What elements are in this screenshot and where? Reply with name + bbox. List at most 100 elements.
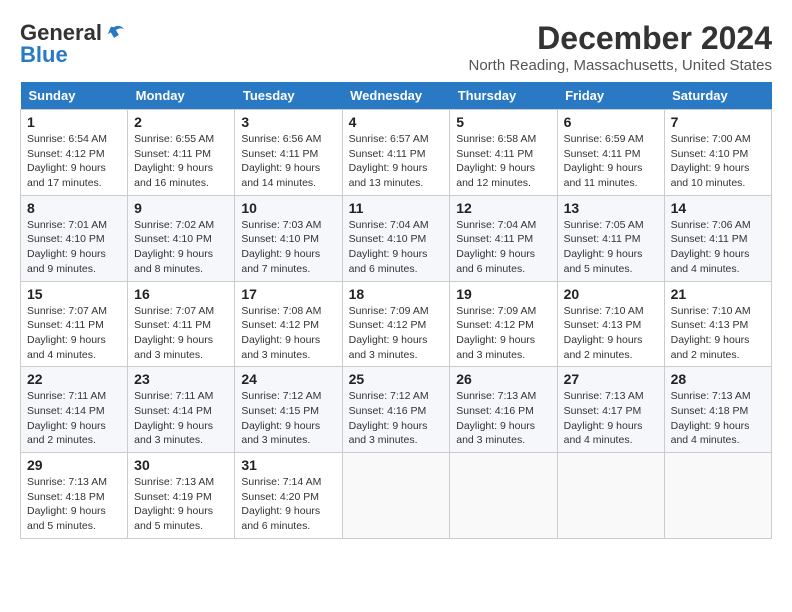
day-info: Sunrise: 7:07 AM Sunset: 4:11 PM Dayligh… [27, 304, 121, 363]
day-number: 23 [134, 371, 228, 387]
day-info: Sunrise: 7:14 AM Sunset: 4:20 PM Dayligh… [241, 475, 335, 534]
day-number: 21 [671, 286, 765, 302]
calendar-cell [664, 453, 771, 539]
calendar-cell: 26 Sunrise: 7:13 AM Sunset: 4:16 PM Dayli… [450, 367, 557, 453]
day-number: 8 [27, 200, 121, 216]
day-info: Sunrise: 6:59 AM Sunset: 4:11 PM Dayligh… [564, 132, 658, 191]
month-title: December 2024 [469, 20, 773, 57]
weekday-header-tuesday: Tuesday [235, 82, 342, 110]
calendar-cell [450, 453, 557, 539]
weekday-header-saturday: Saturday [664, 82, 771, 110]
day-info: Sunrise: 7:10 AM Sunset: 4:13 PM Dayligh… [671, 304, 765, 363]
calendar-cell: 27 Sunrise: 7:13 AM Sunset: 4:17 PM Dayli… [557, 367, 664, 453]
day-number: 9 [134, 200, 228, 216]
day-number: 4 [349, 114, 444, 130]
calendar-cell: 16 Sunrise: 7:07 AM Sunset: 4:11 PM Dayli… [128, 281, 235, 367]
weekday-header-wednesday: Wednesday [342, 82, 450, 110]
day-number: 12 [456, 200, 550, 216]
day-number: 10 [241, 200, 335, 216]
calendar-cell: 24 Sunrise: 7:12 AM Sunset: 4:15 PM Dayli… [235, 367, 342, 453]
calendar-cell: 8 Sunrise: 7:01 AM Sunset: 4:10 PM Daylig… [21, 195, 128, 281]
day-number: 5 [456, 114, 550, 130]
calendar-cell: 19 Sunrise: 7:09 AM Sunset: 4:12 PM Dayli… [450, 281, 557, 367]
day-info: Sunrise: 7:00 AM Sunset: 4:10 PM Dayligh… [671, 132, 765, 191]
day-number: 16 [134, 286, 228, 302]
day-info: Sunrise: 7:13 AM Sunset: 4:17 PM Dayligh… [564, 389, 658, 448]
calendar-cell: 11 Sunrise: 7:04 AM Sunset: 4:10 PM Dayli… [342, 195, 450, 281]
calendar-cell: 13 Sunrise: 7:05 AM Sunset: 4:11 PM Dayli… [557, 195, 664, 281]
day-info: Sunrise: 7:13 AM Sunset: 4:16 PM Dayligh… [456, 389, 550, 448]
day-number: 2 [134, 114, 228, 130]
day-number: 15 [27, 286, 121, 302]
calendar-cell: 20 Sunrise: 7:10 AM Sunset: 4:13 PM Dayli… [557, 281, 664, 367]
calendar-cell: 4 Sunrise: 6:57 AM Sunset: 4:11 PM Daylig… [342, 110, 450, 196]
calendar-week-row: 8 Sunrise: 7:01 AM Sunset: 4:10 PM Daylig… [21, 195, 772, 281]
day-number: 19 [456, 286, 550, 302]
calendar-cell: 25Sunrise: 7:12 AM Sunset: 4:16 PM Dayli… [342, 367, 450, 453]
calendar-cell: 29 Sunrise: 7:13 AM Sunset: 4:18 PM Dayli… [21, 453, 128, 539]
calendar-cell: 14 Sunrise: 7:06 AM Sunset: 4:11 PM Dayli… [664, 195, 771, 281]
day-number: 30 [134, 457, 228, 473]
day-info: Sunrise: 7:01 AM Sunset: 4:10 PM Dayligh… [27, 218, 121, 277]
day-info: Sunrise: 7:12 AM Sunset: 4:15 PM Dayligh… [241, 389, 335, 448]
day-info: Sunrise: 7:13 AM Sunset: 4:18 PM Dayligh… [671, 389, 765, 448]
calendar-cell: 31Sunrise: 7:14 AM Sunset: 4:20 PM Dayli… [235, 453, 342, 539]
calendar-cell: 2 Sunrise: 6:55 AM Sunset: 4:11 PM Daylig… [128, 110, 235, 196]
logo-bird-icon [104, 22, 126, 44]
calendar-cell: 12 Sunrise: 7:04 AM Sunset: 4:11 PM Dayli… [450, 195, 557, 281]
day-info: Sunrise: 7:10 AM Sunset: 4:13 PM Dayligh… [564, 304, 658, 363]
day-info: Sunrise: 7:13 AM Sunset: 4:18 PM Dayligh… [27, 475, 121, 534]
day-number: 26 [456, 371, 550, 387]
day-number: 17 [241, 286, 335, 302]
day-info: Sunrise: 7:05 AM Sunset: 4:11 PM Dayligh… [564, 218, 658, 277]
calendar-week-row: 15 Sunrise: 7:07 AM Sunset: 4:11 PM Dayli… [21, 281, 772, 367]
calendar-cell: 17 Sunrise: 7:08 AM Sunset: 4:12 PM Dayli… [235, 281, 342, 367]
day-info: Sunrise: 6:56 AM Sunset: 4:11 PM Dayligh… [241, 132, 335, 191]
day-number: 6 [564, 114, 658, 130]
calendar-week-row: 1 Sunrise: 6:54 AM Sunset: 4:12 PM Daylig… [21, 110, 772, 196]
weekday-header-friday: Friday [557, 82, 664, 110]
calendar-cell: 21 Sunrise: 7:10 AM Sunset: 4:13 PM Dayli… [664, 281, 771, 367]
day-number: 7 [671, 114, 765, 130]
day-number: 3 [241, 114, 335, 130]
day-number: 24 [241, 371, 335, 387]
day-number: 1 [27, 114, 121, 130]
calendar-cell: 15 Sunrise: 7:07 AM Sunset: 4:11 PM Dayli… [21, 281, 128, 367]
day-info: Sunrise: 7:04 AM Sunset: 4:11 PM Dayligh… [456, 218, 550, 277]
location-title: North Reading, Massachusetts, United Sta… [469, 57, 773, 74]
day-info: Sunrise: 7:07 AM Sunset: 4:11 PM Dayligh… [134, 304, 228, 363]
day-number: 13 [564, 200, 658, 216]
weekday-header-sunday: Sunday [21, 82, 128, 110]
day-info: Sunrise: 7:09 AM Sunset: 4:12 PM Dayligh… [349, 304, 444, 363]
logo: General Blue [20, 20, 126, 68]
day-number: 11 [349, 200, 444, 216]
calendar-cell: 9 Sunrise: 7:02 AM Sunset: 4:10 PM Daylig… [128, 195, 235, 281]
day-info: Sunrise: 6:55 AM Sunset: 4:11 PM Dayligh… [134, 132, 228, 191]
day-number: 27 [564, 371, 658, 387]
calendar-cell: 28 Sunrise: 7:13 AM Sunset: 4:18 PM Dayli… [664, 367, 771, 453]
calendar-cell: 30Sunrise: 7:13 AM Sunset: 4:19 PM Dayli… [128, 453, 235, 539]
day-info: Sunrise: 7:08 AM Sunset: 4:12 PM Dayligh… [241, 304, 335, 363]
day-info: Sunrise: 6:57 AM Sunset: 4:11 PM Dayligh… [349, 132, 444, 191]
day-number: 22 [27, 371, 121, 387]
page-header: General Blue December 2024 North Reading… [20, 20, 772, 74]
day-info: Sunrise: 7:09 AM Sunset: 4:12 PM Dayligh… [456, 304, 550, 363]
day-info: Sunrise: 7:02 AM Sunset: 4:10 PM Dayligh… [134, 218, 228, 277]
day-number: 20 [564, 286, 658, 302]
day-info: Sunrise: 7:06 AM Sunset: 4:11 PM Dayligh… [671, 218, 765, 277]
calendar-cell: 22Sunrise: 7:11 AM Sunset: 4:14 PM Dayli… [21, 367, 128, 453]
calendar-cell [342, 453, 450, 539]
calendar-cell: 10Sunrise: 7:03 AM Sunset: 4:10 PM Dayli… [235, 195, 342, 281]
day-info: Sunrise: 6:54 AM Sunset: 4:12 PM Dayligh… [27, 132, 121, 191]
title-area: December 2024 North Reading, Massachuset… [469, 20, 773, 74]
day-number: 29 [27, 457, 121, 473]
day-number: 28 [671, 371, 765, 387]
day-info: Sunrise: 7:04 AM Sunset: 4:10 PM Dayligh… [349, 218, 444, 277]
day-info: Sunrise: 7:12 AM Sunset: 4:16 PM Dayligh… [349, 389, 444, 448]
calendar-cell [557, 453, 664, 539]
calendar-week-row: 22 Sunrise: 7:11 AM Sunset: 4:14 PM Dayli… [21, 367, 772, 453]
day-info: Sunrise: 7:11 AM Sunset: 4:14 PM Dayligh… [134, 389, 228, 448]
calendar-cell: 18Sunrise: 7:09 AM Sunset: 4:12 PM Dayli… [342, 281, 450, 367]
weekday-header-thursday: Thursday [450, 82, 557, 110]
day-number: 14 [671, 200, 765, 216]
